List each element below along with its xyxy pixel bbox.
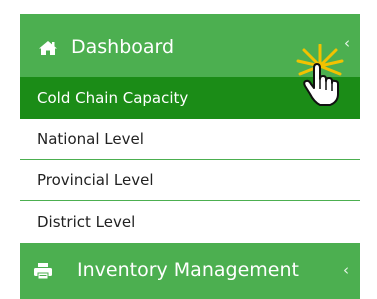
submenu-item-provincial-level[interactable]: Provincial Level <box>20 160 360 201</box>
dashboard-label: Dashboard <box>71 36 175 58</box>
submenu-item-district-level[interactable]: District Level <box>20 201 360 243</box>
menu-item-inventory-management[interactable]: Inventory Management ‹ <box>20 243 360 299</box>
printer-icon <box>34 263 52 280</box>
inventory-management-label: Inventory Management <box>77 259 299 281</box>
hand-pointer-cursor-icon <box>296 44 344 106</box>
submenu-item-national-level[interactable]: National Level <box>20 119 360 160</box>
submenu-item-label: National Level <box>37 130 144 148</box>
home-icon <box>39 41 57 55</box>
submenu-item-label: Cold Chain Capacity <box>37 89 189 107</box>
submenu-item-label: District Level <box>37 213 136 231</box>
chevron-left-icon: ‹ <box>343 261 349 279</box>
submenu-item-label: Provincial Level <box>37 171 154 189</box>
